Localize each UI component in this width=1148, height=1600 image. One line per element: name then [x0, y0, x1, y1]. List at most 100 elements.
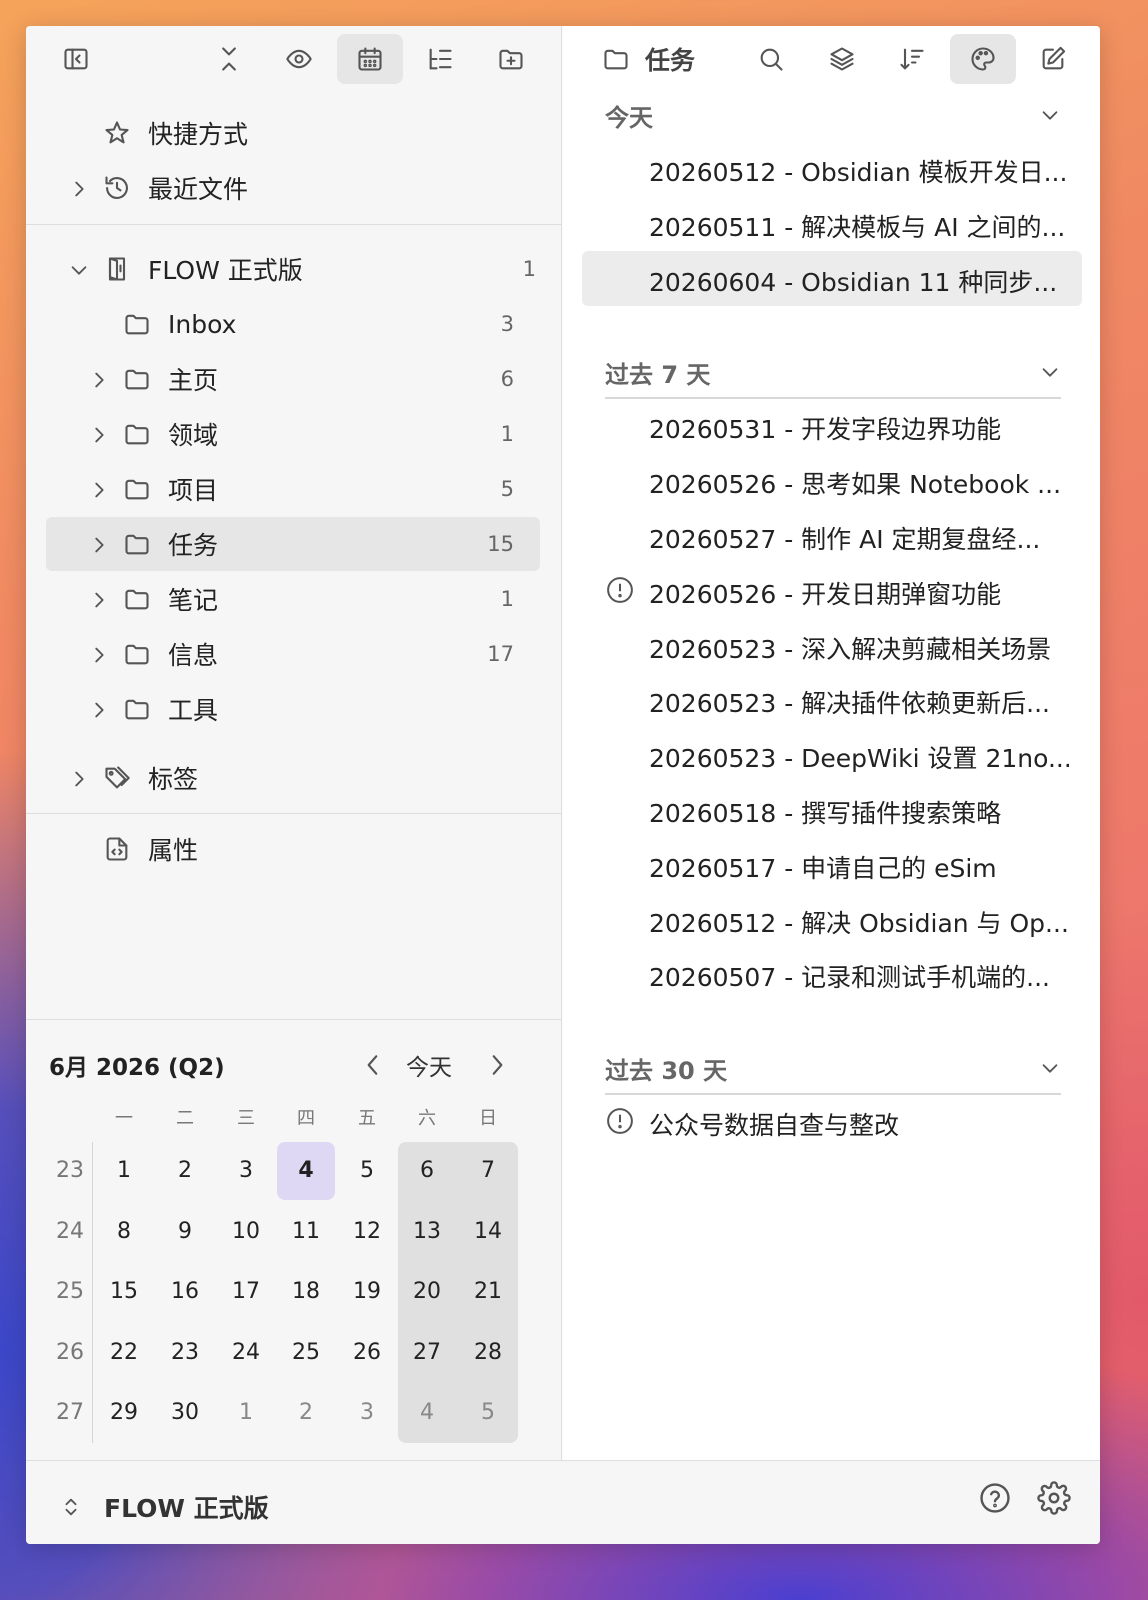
note-item[interactable]: 20260526 - 开发日期弹窗功能	[582, 563, 1082, 618]
folder-item[interactable]: 主页 6	[46, 352, 540, 406]
calendar-day[interactable]: 9	[155, 1203, 215, 1261]
collapse-sidebar-button[interactable]	[43, 34, 109, 84]
calendar-day[interactable]: 2	[276, 1384, 336, 1442]
new-folder-button[interactable]	[478, 34, 544, 84]
note-item[interactable]: 20260518 - 撰写插件搜索策略	[582, 782, 1082, 837]
calendar-day[interactable]: 4	[397, 1384, 457, 1442]
tags-item[interactable]: 标签	[68, 751, 198, 805]
note-item[interactable]: 20260523 - DeepWiki 设置 21no...	[582, 727, 1082, 782]
collapse-all-button[interactable]	[196, 34, 262, 84]
properties-item[interactable]: 属性	[102, 822, 198, 876]
week-number[interactable]: 23	[50, 1142, 90, 1200]
history-icon	[102, 173, 132, 203]
calendar-day[interactable]: 19	[337, 1263, 397, 1321]
next-month-button[interactable]	[480, 1046, 510, 1080]
calendar-day[interactable]: 12	[337, 1203, 397, 1261]
calendar-day[interactable]: 20	[397, 1263, 457, 1321]
note-item[interactable]: 20260523 - 深入解决剪藏相关场景	[582, 618, 1082, 673]
calendar-day[interactable]: 11	[276, 1203, 336, 1261]
new-note-button[interactable]	[1020, 34, 1086, 84]
note-item[interactable]: 20260531 - 开发字段边界功能	[582, 398, 1082, 453]
collapse-all-icon	[214, 44, 244, 74]
note-item[interactable]: 公众号数据自查与整改	[582, 1094, 1082, 1149]
note-item[interactable]: 20260604 - Obsidian 11 种同步...	[582, 250, 1082, 306]
week-number[interactable]: 26	[50, 1324, 90, 1382]
section-header[interactable]: 过去 30 天	[605, 1051, 1061, 1087]
folder-label: 项目	[168, 476, 219, 505]
calendar-day[interactable]: 28	[458, 1324, 518, 1382]
calendar-day[interactable]: 3	[216, 1142, 276, 1200]
appearance-button[interactable]	[950, 34, 1016, 84]
calendar-day[interactable]: 3	[337, 1384, 397, 1442]
sort-button[interactable]	[879, 34, 945, 84]
calendar-day[interactable]: 16	[155, 1263, 215, 1321]
today-button[interactable]: 今天	[406, 1048, 452, 1082]
calendar-day[interactable]: 5	[458, 1384, 518, 1442]
calendar-day[interactable]: 7	[458, 1142, 518, 1200]
week-number[interactable]: 24	[50, 1203, 90, 1261]
calendar-day[interactable]: 8	[94, 1203, 154, 1261]
folder-item[interactable]: 笔记 1	[46, 572, 540, 626]
note-item[interactable]: 20260517 - 申请自己的 eSim	[582, 837, 1082, 892]
calendar-day[interactable]: 4	[277, 1142, 335, 1200]
settings-button[interactable]	[1037, 1481, 1071, 1515]
calendar-day[interactable]: 13	[397, 1203, 457, 1261]
note-item[interactable]: 20260523 - 解决插件依赖更新后...	[582, 672, 1082, 727]
calendar-day[interactable]: 30	[155, 1384, 215, 1442]
calendar-day[interactable]: 24	[216, 1324, 276, 1382]
calendar-day[interactable]: 1	[216, 1384, 276, 1442]
prev-month-button[interactable]	[356, 1046, 386, 1080]
folder-item[interactable]: 工具	[46, 682, 540, 736]
calendar-day[interactable]: 14	[458, 1203, 518, 1261]
calendar-day[interactable]: 26	[337, 1324, 397, 1382]
folder-item[interactable]: 项目 5	[46, 462, 540, 516]
note-item[interactable]: 20260507 - 记录和测试手机端的...	[582, 946, 1082, 1001]
week-number[interactable]: 27	[50, 1384, 90, 1442]
chevron-left-icon	[360, 1052, 382, 1075]
vault-switcher[interactable]: FLOW 正式版	[60, 1489, 269, 1525]
help-button[interactable]	[980, 1483, 1010, 1515]
calendar-day[interactable]: 15	[94, 1263, 154, 1321]
chevron-right-icon	[484, 1052, 506, 1075]
folder-label: 笔记	[168, 586, 219, 615]
calendar-day[interactable]: 17	[216, 1263, 276, 1321]
folder-item[interactable]: 任务 15	[46, 517, 540, 571]
folder-item[interactable]: Inbox 3	[46, 297, 540, 351]
shortcuts-label: 快捷方式	[148, 120, 249, 149]
calendar-day[interactable]: 23	[155, 1324, 215, 1382]
calendar-day[interactable]: 1	[94, 1142, 154, 1200]
note-item[interactable]: 20260512 - Obsidian 模板开发日...	[582, 141, 1082, 196]
section-header[interactable]: 今天	[605, 98, 1061, 134]
folder-item[interactable]: 信息 17	[46, 627, 540, 681]
calendar-day[interactable]: 27	[397, 1324, 457, 1382]
tags-icon	[102, 763, 132, 793]
calendar-day[interactable]: 21	[458, 1263, 518, 1321]
calendar-day[interactable]: 2	[155, 1142, 215, 1200]
calendar-day[interactable]: 10	[216, 1203, 276, 1261]
calendar-day[interactable]: 25	[276, 1324, 336, 1382]
file-list-pane: 任务 今天 20260512 - Obsidian 模板开发日... 2026051…	[563, 26, 1100, 1460]
calendar-button[interactable]	[337, 34, 403, 84]
vault-root-item[interactable]: FLOW 正式版 1	[68, 242, 562, 296]
calendar-day[interactable]: 5	[337, 1142, 397, 1200]
note-item[interactable]: 20260526 - 思考如果 Notebook ...	[582, 453, 1082, 508]
reveal-button[interactable]	[266, 34, 332, 84]
note-title: 20260523 - 深入解决剪藏相关场景	[649, 634, 1052, 664]
note-item[interactable]: 20260511 - 解决模板与 AI 之间的...	[582, 196, 1082, 251]
note-item[interactable]: 20260527 - 制作 AI 定期复盘经...	[582, 508, 1082, 563]
recent-files-item[interactable]: 最近文件	[68, 161, 248, 215]
note-title: 20260531 - 开发字段边界功能	[649, 415, 1002, 445]
week-number[interactable]: 25	[50, 1263, 90, 1321]
search-icon	[756, 44, 786, 74]
shortcuts-item[interactable]: 快捷方式	[102, 106, 248, 160]
outline-button[interactable]	[407, 34, 473, 84]
note-item[interactable]: 20260512 - 解决 Obsidian 与 Op...	[582, 892, 1082, 947]
calendar-day[interactable]: 22	[94, 1324, 154, 1382]
calendar-day[interactable]: 18	[276, 1263, 336, 1321]
section-header[interactable]: 过去 7 天	[605, 355, 1061, 391]
layers-button[interactable]	[809, 34, 875, 84]
search-button[interactable]	[738, 34, 804, 84]
calendar-day[interactable]: 29	[94, 1384, 154, 1442]
folder-item[interactable]: 领域 1	[46, 407, 540, 461]
calendar-day[interactable]: 6	[397, 1142, 457, 1200]
